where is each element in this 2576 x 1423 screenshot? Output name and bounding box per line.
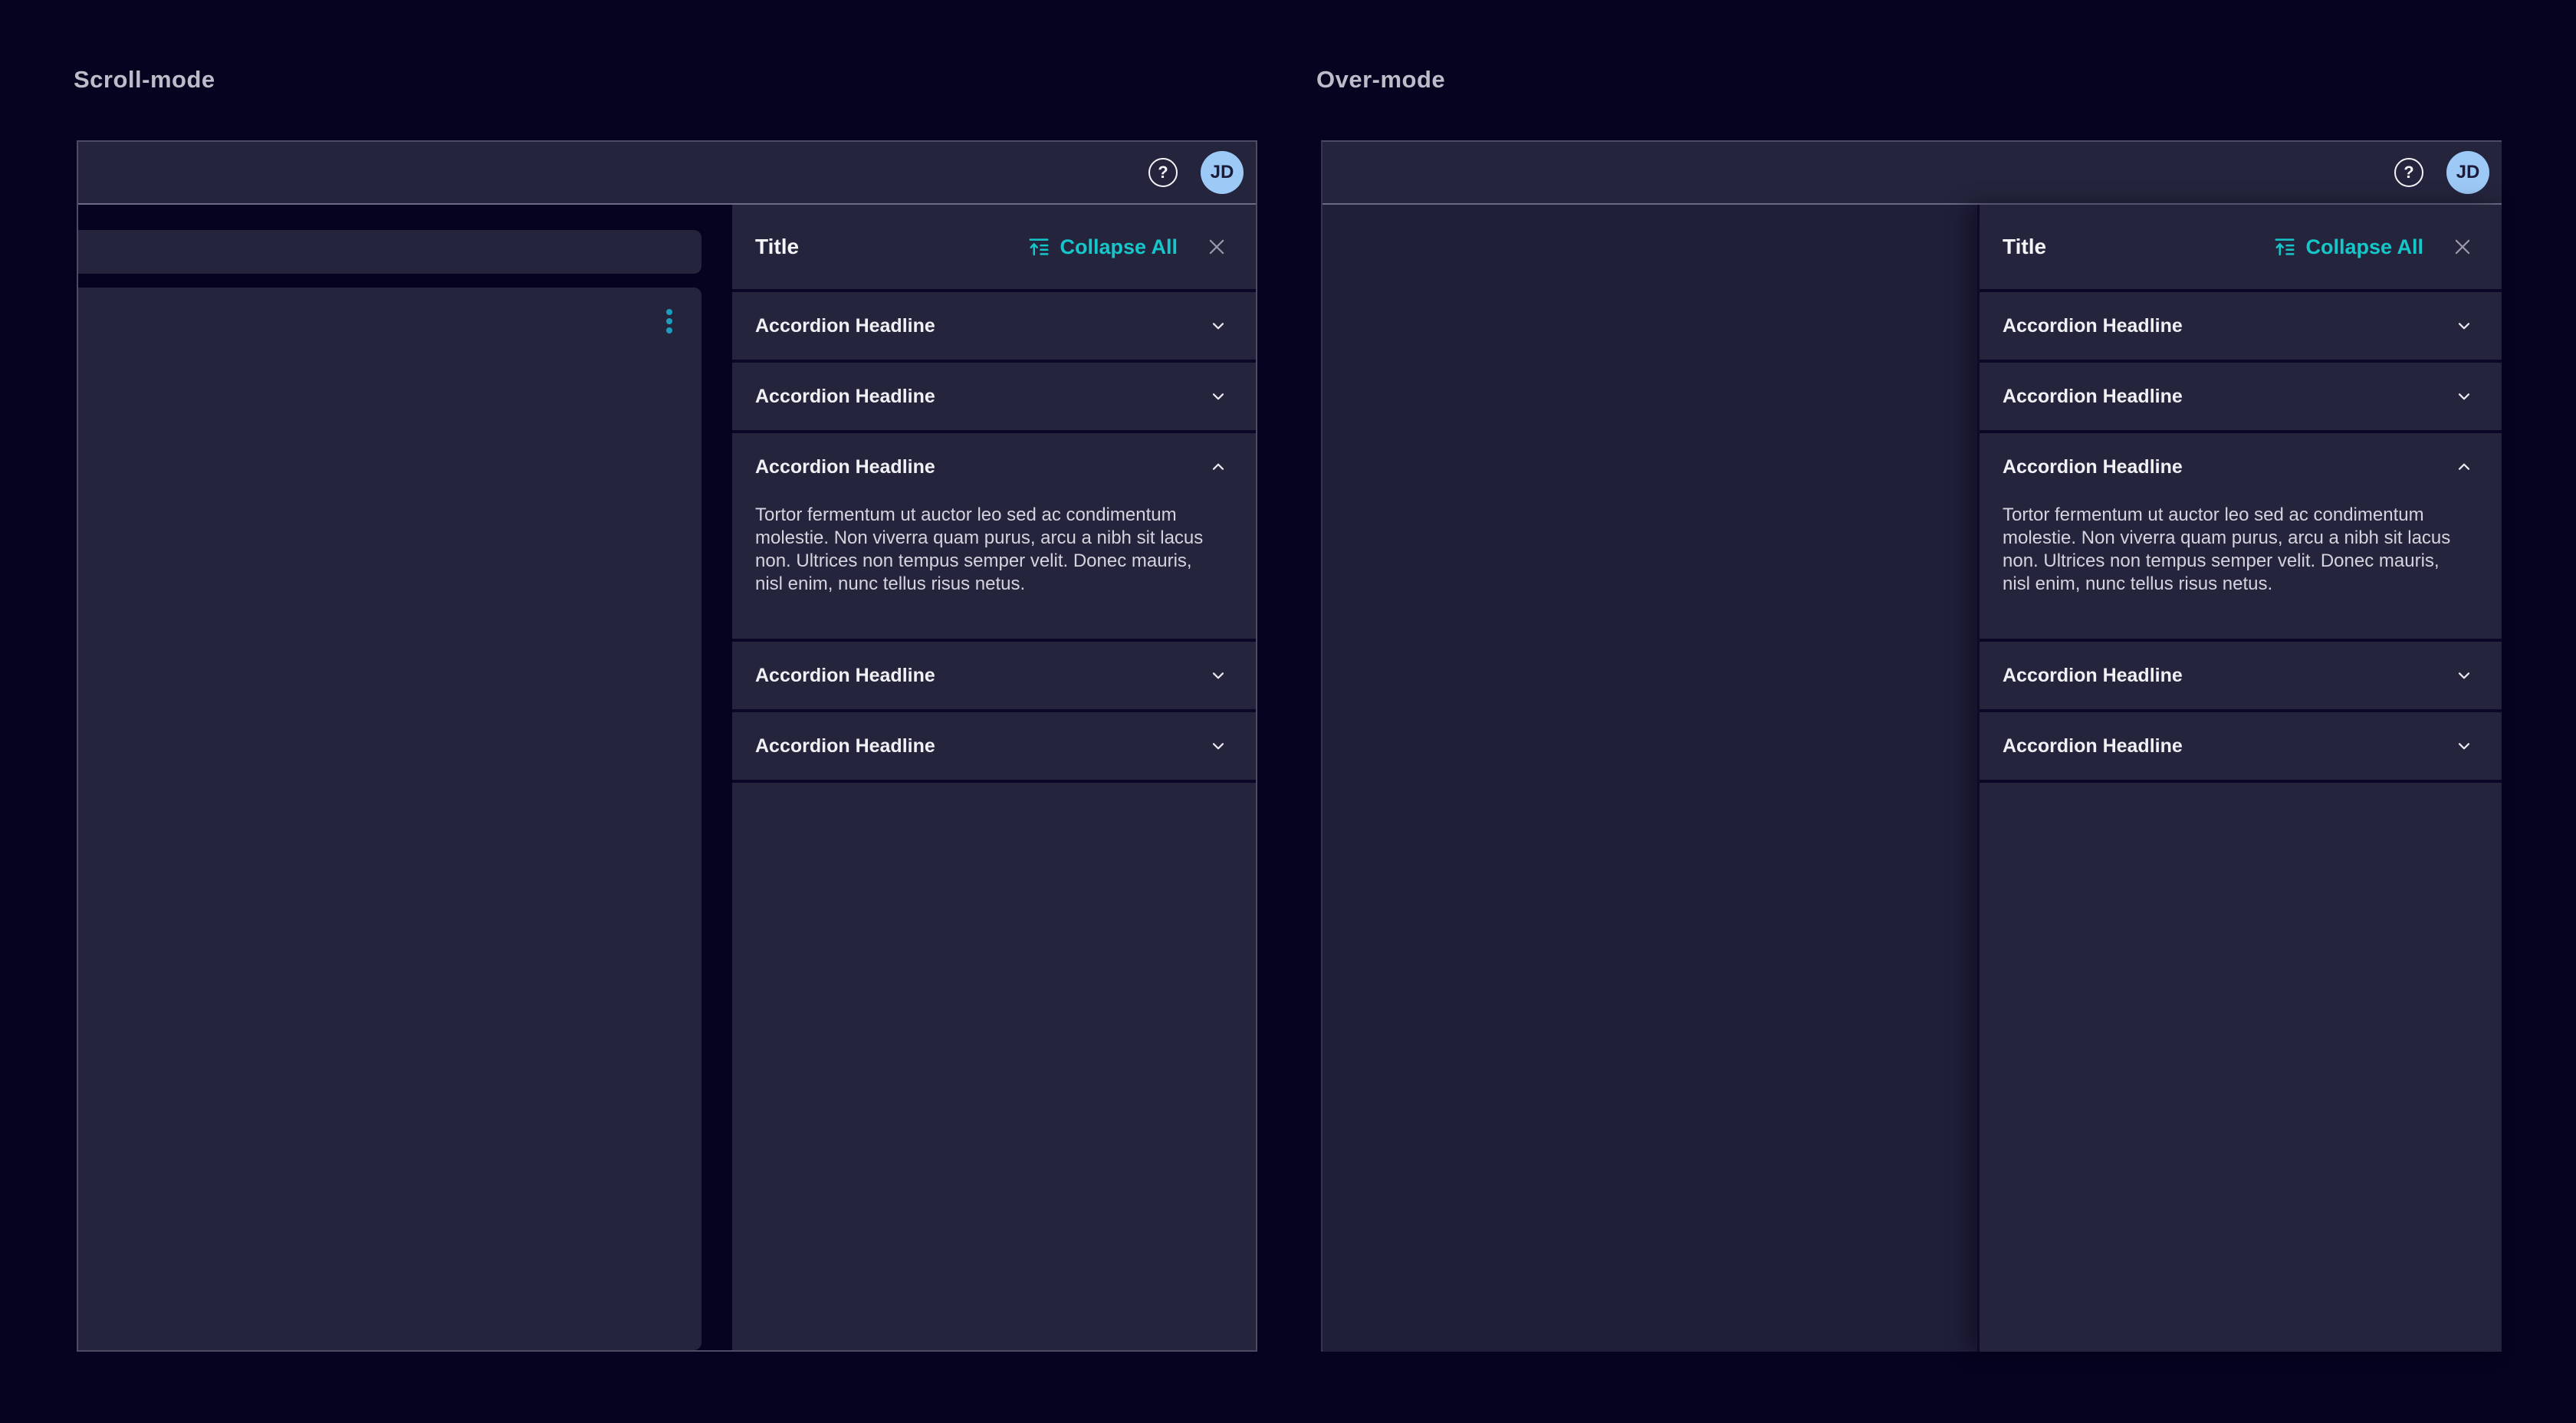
accordion-header[interactable]: Accordion Headline [1980, 642, 2502, 709]
accordion-item: Accordion Headline [1980, 292, 2502, 363]
accordion: Accordion Headline Accordion Headline Ac… [1980, 289, 2502, 783]
side-pane: Title Collapse All [732, 205, 1256, 1350]
pane-header: Title Collapse All [1980, 205, 2502, 289]
accordion-header[interactable]: Accordion Headline [732, 363, 1256, 430]
chevron-up-icon [1208, 457, 1228, 477]
collapse-all-label: Collapse All [1060, 235, 1178, 259]
chevron-down-icon [2454, 736, 2474, 756]
accordion-header[interactable]: Accordion Headline [732, 642, 1256, 709]
accordion-item: Accordion Headline [1980, 363, 2502, 433]
collapse-all-label: Collapse All [2305, 235, 2423, 259]
avatar[interactable]: JD [2446, 151, 2489, 194]
accordion-header[interactable]: Accordion Headline [732, 292, 1256, 360]
accordion-header[interactable]: Accordion Headline [1980, 433, 2502, 501]
scroll-mode-label: Scroll-mode [74, 66, 215, 94]
accordion-header[interactable]: Accordion Headline [732, 712, 1256, 780]
window-body: Title Collapse All [78, 205, 1256, 1350]
collapse-all-icon [2273, 235, 2296, 258]
pane-header: Title Collapse All [732, 205, 1256, 289]
accordion-header[interactable]: Accordion Headline [732, 433, 1256, 501]
close-icon [2451, 235, 2474, 258]
chevron-down-icon [1208, 736, 1228, 756]
accordion-item: Accordion Headline [732, 292, 1256, 363]
accordion-body-text: Tortor fermentum ut auctor leo sed ac co… [732, 501, 1256, 639]
accordion-item-expanded: Accordion Headline Tortor fermentum ut a… [732, 433, 1256, 642]
accordion-header[interactable]: Accordion Headline [1980, 292, 2502, 360]
kebab-menu-button[interactable] [663, 304, 675, 338]
canvas: Scroll-mode Over-mode ? JD Title [0, 0, 2576, 1423]
content-placeholder-card [78, 288, 702, 1350]
collapse-all-button[interactable]: Collapse All [1027, 235, 1178, 259]
chevron-up-icon [2454, 457, 2474, 477]
chevron-down-icon [1208, 316, 1228, 336]
help-icon: ? [2404, 163, 2413, 182]
pane-title: Title [755, 235, 1027, 259]
accordion-body-text: Tortor fermentum ut auctor leo sed ac co… [1980, 501, 2502, 639]
accordion-header[interactable]: Accordion Headline [1980, 363, 2502, 430]
chevron-down-icon [2454, 386, 2474, 406]
help-icon: ? [1158, 163, 1168, 182]
content-area [78, 205, 732, 1350]
close-pane-button[interactable] [2451, 235, 2474, 258]
content-placeholder-bar [78, 230, 702, 274]
app-header: ? JD [1322, 142, 2502, 205]
accordion-item: Accordion Headline [732, 363, 1256, 433]
help-button[interactable]: ? [1148, 158, 1178, 187]
accordion-item-expanded: Accordion Headline Tortor fermentum ut a… [1980, 433, 2502, 642]
accordion-header[interactable]: Accordion Headline [1980, 712, 2502, 780]
accordion-item: Accordion Headline [1980, 642, 2502, 712]
accordion: Accordion Headline Accordion Headline Ac… [732, 289, 1256, 783]
help-button[interactable]: ? [2394, 158, 2423, 187]
over-mode-label: Over-mode [1316, 66, 1445, 94]
accordion-item: Accordion Headline [732, 642, 1256, 712]
chevron-down-icon [2454, 316, 2474, 336]
accordion-item: Accordion Headline [732, 712, 1256, 783]
over-mode-window: ? JD Title [1321, 140, 2502, 1352]
app-header: ? JD [78, 142, 1256, 205]
chevron-down-icon [1208, 665, 1228, 685]
window-body: Title Collapse All [1322, 205, 2502, 1352]
scroll-mode-window: ? JD Title [77, 140, 1257, 1352]
accordion-item: Accordion Headline [1980, 712, 2502, 783]
side-pane-overlay: Title Collapse All [1977, 205, 2502, 1352]
chevron-down-icon [2454, 665, 2474, 685]
chevron-down-icon [1208, 386, 1228, 406]
collapse-all-icon [1027, 235, 1050, 258]
collapse-all-button[interactable]: Collapse All [2273, 235, 2423, 259]
close-icon [1205, 235, 1228, 258]
avatar[interactable]: JD [1201, 151, 1244, 194]
close-pane-button[interactable] [1205, 235, 1228, 258]
pane-title: Title [2003, 235, 2273, 259]
